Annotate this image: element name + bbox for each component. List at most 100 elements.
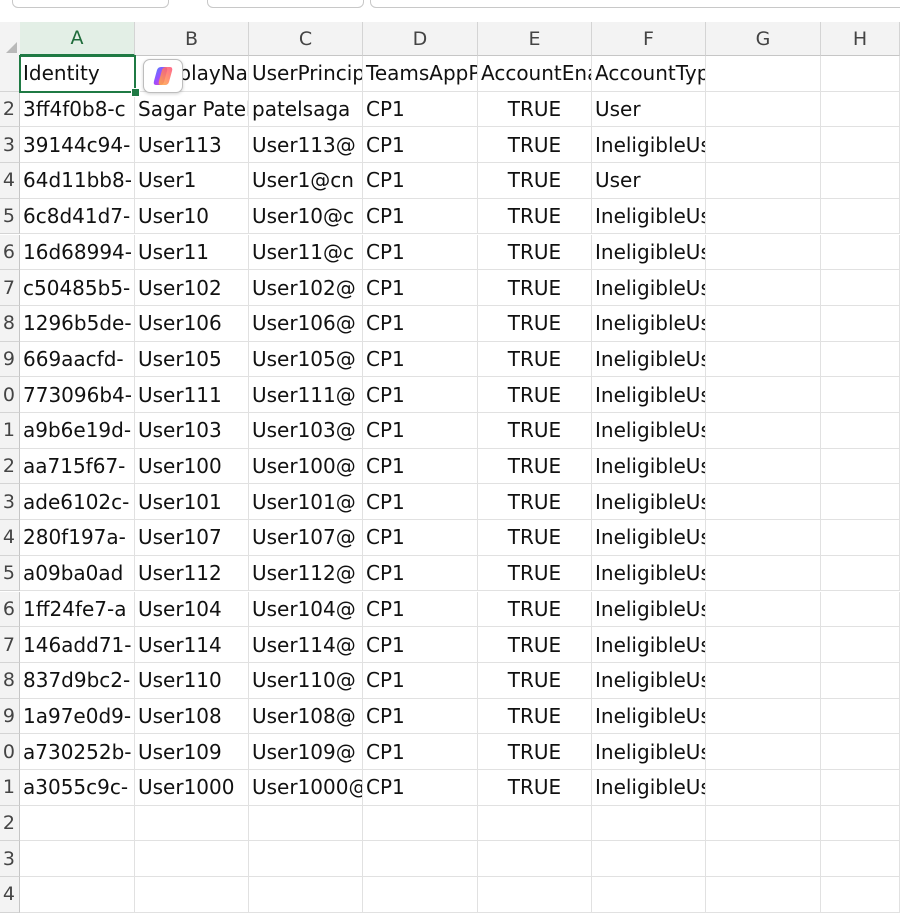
header-cell[interactable]: TeamsAppPolicy bbox=[363, 56, 478, 92]
table-cell[interactable]: a730252b- bbox=[20, 734, 135, 770]
table-cell[interactable]: CP1 bbox=[363, 413, 478, 449]
table-cell[interactable] bbox=[706, 448, 821, 485]
table-cell[interactable]: TRUE bbox=[478, 520, 592, 556]
table-cell[interactable]: IneligibleUser bbox=[592, 377, 706, 413]
table-cell[interactable]: User109 bbox=[135, 734, 249, 770]
table-cell[interactable]: User103 bbox=[135, 413, 249, 449]
table-cell[interactable] bbox=[706, 163, 821, 199]
row-header[interactable] bbox=[0, 56, 20, 92]
table-cell[interactable]: User1 bbox=[135, 163, 249, 199]
table-cell[interactable]: CP1 bbox=[363, 662, 478, 699]
row-header[interactable]: 2 bbox=[0, 805, 20, 842]
table-cell[interactable]: a9b6e19d- bbox=[20, 413, 135, 449]
table-cell[interactable] bbox=[706, 198, 821, 235]
table-cell[interactable]: TRUE bbox=[478, 270, 592, 306]
table-cell[interactable]: TRUE bbox=[478, 591, 592, 628]
empty-cell[interactable] bbox=[363, 877, 478, 913]
table-cell[interactable] bbox=[706, 234, 821, 271]
table-cell[interactable]: CP1 bbox=[363, 377, 478, 413]
table-cell[interactable] bbox=[821, 305, 900, 342]
empty-cell[interactable] bbox=[821, 805, 900, 842]
table-cell[interactable]: TRUE bbox=[478, 448, 592, 485]
table-cell[interactable] bbox=[821, 520, 900, 556]
table-cell[interactable]: User11 bbox=[135, 234, 249, 271]
column-header-b[interactable]: B bbox=[135, 22, 249, 56]
table-cell[interactable]: 146add71- bbox=[20, 627, 135, 663]
table-cell[interactable]: User1000 bbox=[135, 770, 249, 806]
table-cell[interactable] bbox=[706, 377, 821, 413]
table-cell[interactable]: TRUE bbox=[478, 627, 592, 663]
table-cell[interactable] bbox=[821, 448, 900, 485]
table-cell[interactable]: CP1 bbox=[363, 127, 478, 164]
column-header-g[interactable]: G bbox=[706, 22, 821, 56]
table-cell[interactable]: aa715f67- bbox=[20, 448, 135, 485]
table-cell[interactable]: User110@ bbox=[249, 662, 363, 699]
table-cell[interactable]: CP1 bbox=[363, 698, 478, 735]
header-cell[interactable] bbox=[706, 56, 821, 92]
table-cell[interactable] bbox=[821, 627, 900, 663]
row-header[interactable]: 4 bbox=[0, 163, 20, 199]
table-cell[interactable]: TRUE bbox=[478, 305, 592, 342]
table-cell[interactable] bbox=[821, 91, 900, 128]
table-cell[interactable]: User101@ bbox=[249, 484, 363, 521]
table-cell[interactable]: a09ba0ad bbox=[20, 555, 135, 592]
table-cell[interactable]: TRUE bbox=[478, 234, 592, 271]
empty-cell[interactable] bbox=[363, 805, 478, 842]
table-cell[interactable]: CP1 bbox=[363, 448, 478, 485]
table-cell[interactable]: CP1 bbox=[363, 520, 478, 556]
column-header-f[interactable]: F bbox=[592, 22, 706, 56]
column-header-e[interactable]: E bbox=[478, 22, 592, 56]
row-header[interactable]: 7 bbox=[0, 627, 20, 663]
table-cell[interactable] bbox=[706, 662, 821, 699]
table-cell[interactable]: TRUE bbox=[478, 770, 592, 806]
table-cell[interactable]: User102@ bbox=[249, 270, 363, 306]
table-cell[interactable]: patelsaga bbox=[249, 91, 363, 128]
table-cell[interactable] bbox=[821, 413, 900, 449]
column-header-a[interactable]: A bbox=[20, 22, 135, 56]
table-cell[interactable] bbox=[706, 270, 821, 306]
row-header[interactable]: 2 bbox=[0, 91, 20, 128]
table-cell[interactable]: 6c8d41d7- bbox=[20, 198, 135, 235]
table-cell[interactable] bbox=[821, 662, 900, 699]
empty-cell[interactable] bbox=[592, 877, 706, 913]
empty-cell[interactable] bbox=[821, 877, 900, 913]
table-cell[interactable] bbox=[706, 591, 821, 628]
table-cell[interactable] bbox=[821, 127, 900, 164]
table-cell[interactable]: CP1 bbox=[363, 555, 478, 592]
empty-cell[interactable] bbox=[20, 805, 135, 842]
table-cell[interactable] bbox=[821, 198, 900, 235]
table-cell[interactable] bbox=[821, 377, 900, 413]
empty-cell[interactable] bbox=[478, 805, 592, 842]
table-cell[interactable]: 1a97e0d9- bbox=[20, 698, 135, 735]
table-cell[interactable]: User109@ bbox=[249, 734, 363, 770]
row-header[interactable]: 9 bbox=[0, 698, 20, 735]
row-header[interactable]: 0 bbox=[0, 734, 20, 770]
table-cell[interactable]: User103@ bbox=[249, 413, 363, 449]
table-cell[interactable]: IneligibleUser bbox=[592, 484, 706, 521]
row-header[interactable]: 1 bbox=[0, 413, 20, 449]
table-cell[interactable]: User100@ bbox=[249, 448, 363, 485]
row-header[interactable]: 6 bbox=[0, 591, 20, 628]
table-cell[interactable]: User bbox=[592, 91, 706, 128]
table-cell[interactable]: IneligibleUser bbox=[592, 734, 706, 770]
row-header[interactable]: 0 bbox=[0, 377, 20, 413]
empty-cell[interactable] bbox=[706, 805, 821, 842]
table-cell[interactable]: TRUE bbox=[478, 555, 592, 592]
table-cell[interactable] bbox=[706, 555, 821, 592]
table-cell[interactable]: IneligibleUser bbox=[592, 341, 706, 378]
table-cell[interactable]: User10 bbox=[135, 198, 249, 235]
table-cell[interactable] bbox=[706, 770, 821, 806]
empty-cell[interactable] bbox=[706, 841, 821, 878]
row-header[interactable]: 3 bbox=[0, 841, 20, 878]
table-cell[interactable]: TRUE bbox=[478, 413, 592, 449]
table-cell[interactable]: CP1 bbox=[363, 627, 478, 663]
empty-cell[interactable] bbox=[135, 841, 249, 878]
table-cell[interactable]: CP1 bbox=[363, 234, 478, 271]
table-cell[interactable]: User111@ bbox=[249, 377, 363, 413]
column-header-h[interactable]: H bbox=[821, 22, 900, 56]
table-cell[interactable]: IneligibleUser bbox=[592, 770, 706, 806]
table-cell[interactable]: 773096b4- bbox=[20, 377, 135, 413]
table-cell[interactable]: a3055c9c- bbox=[20, 770, 135, 806]
table-cell[interactable]: CP1 bbox=[363, 163, 478, 199]
table-cell[interactable]: CP1 bbox=[363, 734, 478, 770]
